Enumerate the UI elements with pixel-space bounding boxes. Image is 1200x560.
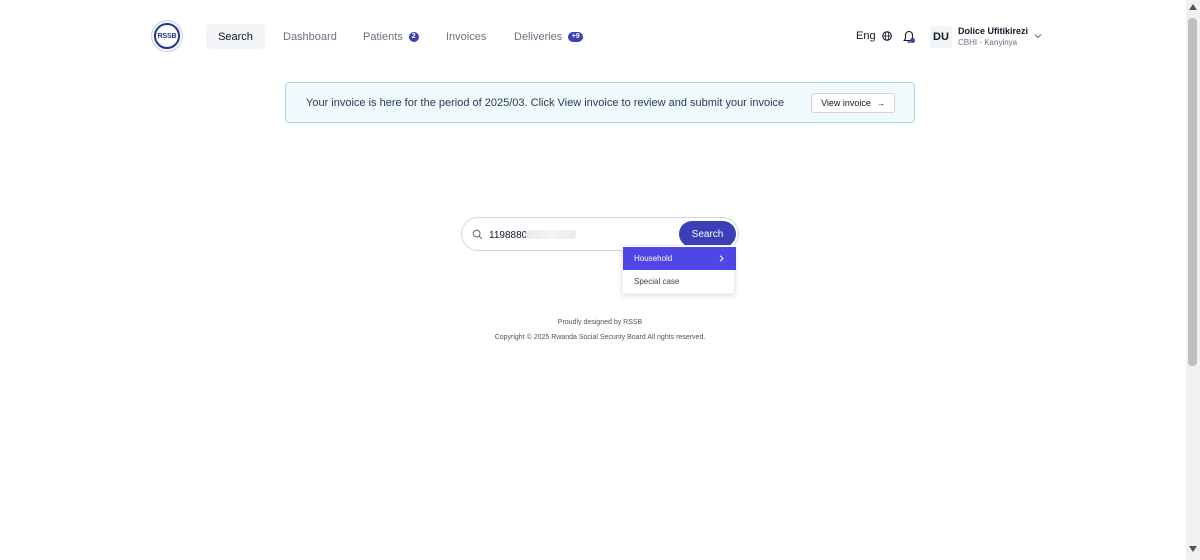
nav-deliveries[interactable]: Deliveries +9 [514,24,584,49]
avatar-initials: DU [933,31,949,43]
language-label: Eng [856,30,876,42]
search-button-label: Search [691,228,724,240]
nav-dashboard-label: Dashboard [283,30,337,43]
nav-search[interactable]: Search [206,24,265,49]
patients-count-badge: 2 [408,31,419,42]
nav-deliveries-label: Deliveries [514,30,563,43]
nav-search-label: Search [218,30,253,43]
language-selector[interactable]: Eng [856,30,892,42]
vertical-scrollbar[interactable] [1186,0,1200,560]
view-invoice-label: View invoice [821,98,871,108]
dropdown-item-household[interactable]: Household [623,247,736,270]
user-name[interactable]: Dolice Ufitikirezi [958,26,1028,36]
chevron-down-icon[interactable] [1034,33,1042,39]
search-button[interactable]: Search [679,221,736,247]
nav-invoices-label: Invoices [446,30,487,43]
banner-message: Your invoice is here for the period of 2… [306,97,785,109]
footer-credit: Proudly designed by RSSB [557,319,643,326]
arrow-right-icon: → [876,98,885,108]
redacted-digits [526,230,576,239]
search-icon [472,229,483,240]
avatar[interactable]: DU [930,26,952,48]
invoice-banner: Your invoice is here for the period of 2… [285,82,915,123]
dropdown-item-special-case[interactable]: Special case [623,270,736,293]
chevron-right-icon [719,255,724,262]
deliveries-count-badge: +9 [568,31,584,42]
footer-copyright: Copyright © 2025 Rwanda Social Security … [494,334,706,341]
search-type-dropdown: Household Special case [622,245,736,294]
logo-text: RSSB [157,32,177,40]
scroll-down-icon[interactable] [1189,546,1197,552]
nav-patients[interactable]: Patients 2 [363,24,419,49]
nav-dashboard[interactable]: Dashboard [283,24,337,49]
scroll-up-icon[interactable] [1189,4,1197,10]
nav-patients-label: Patients [363,30,403,43]
view-invoice-button[interactable]: View invoice → [811,93,895,113]
globe-icon [881,31,892,41]
nav-invoices[interactable]: Invoices [446,24,486,49]
user-facility: CBHI - Kanyinya [958,38,1018,47]
household-label: Household [634,254,673,263]
special-case-label: Special case [634,277,680,286]
scrollbar-thumb[interactable] [1188,18,1197,366]
notification-dot [910,38,915,43]
rssb-logo[interactable]: RSSB [151,20,183,52]
logo-emblem: RSSB [154,23,180,49]
